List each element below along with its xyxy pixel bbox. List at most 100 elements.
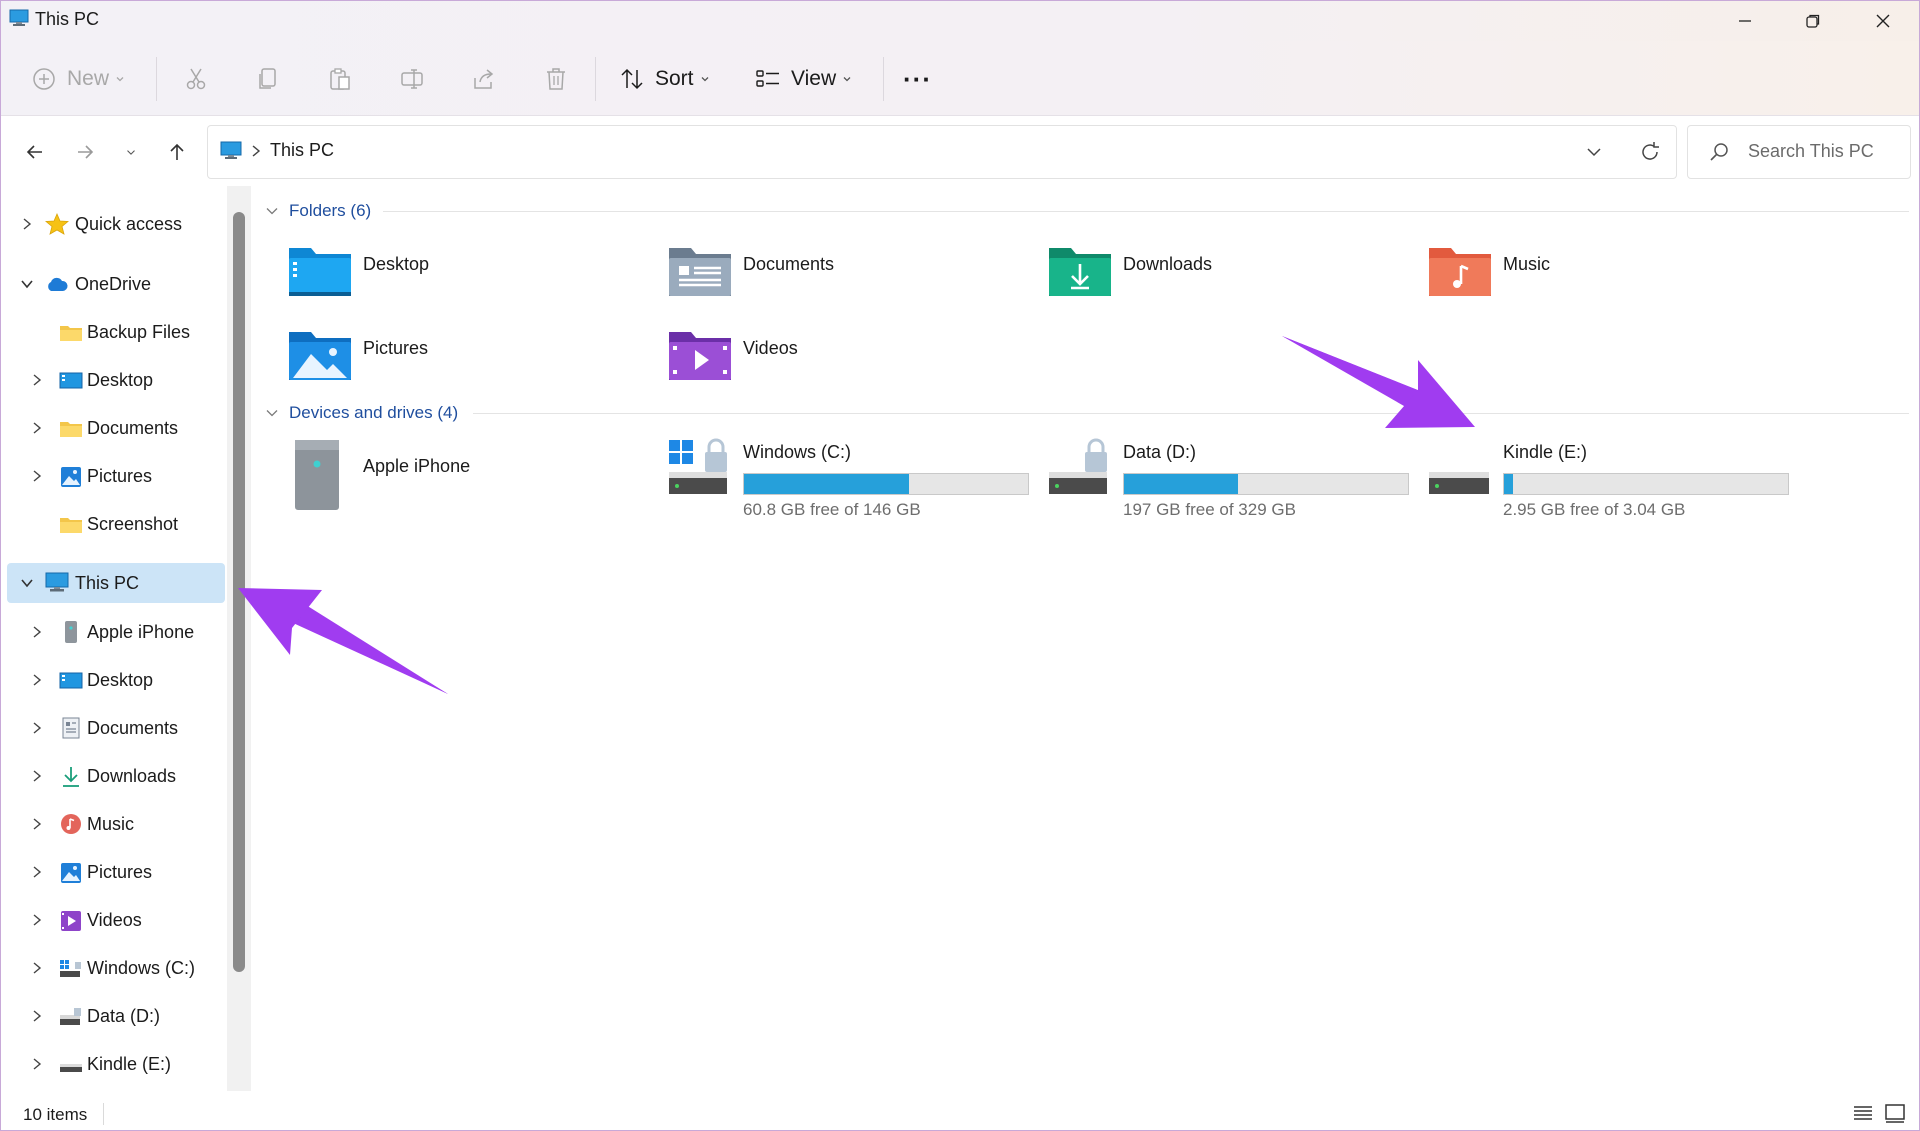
close-button[interactable]	[1849, 1, 1917, 41]
drive-tile-windows-c[interactable]: Windows (C:) 60.8 GB free of 146 GB	[667, 438, 1037, 519]
chevron-right-icon[interactable]	[29, 624, 45, 640]
chevron-down-icon	[843, 77, 851, 82]
sidebar-item-music[interactable]: Music	[7, 804, 225, 844]
device-tile-apple-iphone[interactable]: Apple iPhone	[287, 438, 657, 518]
address-path: This PC	[270, 140, 335, 160]
restore-button[interactable]	[1779, 1, 1847, 41]
chevron-right-icon[interactable]	[29, 768, 45, 784]
folder-tile-documents[interactable]: Documents	[667, 240, 1037, 320]
download-icon	[63, 767, 79, 787]
sidebar-item-documents[interactable]: Documents	[7, 708, 225, 748]
iphone-device-icon	[295, 440, 339, 510]
sidebar-item-videos[interactable]: Videos	[7, 900, 225, 940]
drive-tile-data-d[interactable]: Data (D:) 197 GB free of 329 GB	[1047, 438, 1417, 519]
chevron-right-icon[interactable]	[29, 912, 45, 928]
drive-tile-kindle-e[interactable]: Kindle (E:) 2.95 GB free of 3.04 GB	[1427, 438, 1797, 519]
drive-icon	[60, 1008, 81, 1025]
sidebar-item-this-pc[interactable]: This PC	[7, 563, 225, 603]
sidebar-item-quick-access[interactable]: Quick access	[7, 204, 225, 244]
chevron-down-icon	[116, 77, 124, 82]
chevron-right-icon[interactable]	[29, 672, 45, 688]
chevron-right-icon[interactable]	[29, 1056, 45, 1072]
back-button[interactable]	[17, 134, 53, 170]
sidebar-item-onedrive[interactable]: OneDrive	[7, 264, 225, 304]
new-button[interactable]: New	[31, 59, 125, 99]
chevron-right-icon[interactable]	[29, 372, 45, 388]
cut-button[interactable]	[183, 59, 209, 99]
sidebar-item-onedrive-pictures[interactable]: Pictures	[7, 456, 225, 496]
sidebar-item-onedrive-documents[interactable]: Documents	[7, 408, 225, 448]
folder-tile-downloads[interactable]: Downloads	[1047, 240, 1417, 320]
address-bar[interactable]: This PC	[207, 125, 1677, 179]
up-button[interactable]	[159, 134, 195, 170]
folders-group-header[interactable]: Folders (6)	[265, 199, 371, 223]
drive-usage-bar	[1123, 473, 1409, 495]
drives-group-header[interactable]: Devices and drives (4)	[265, 401, 458, 425]
sidebar-item-label: Videos	[87, 910, 142, 930]
folder-tile-music[interactable]: Music	[1427, 240, 1797, 320]
folder-name: Documents	[743, 254, 835, 274]
chevron-right-icon[interactable]	[29, 816, 45, 832]
group-divider	[473, 413, 1909, 414]
scrollbar-thumb[interactable]	[233, 212, 245, 972]
drives-group-label: Devices and drives (4)	[289, 403, 459, 422]
sidebar-item-downloads[interactable]: Downloads	[7, 756, 225, 796]
sidebar-item-kindle-e[interactable]: Kindle (E:)	[7, 1044, 225, 1084]
refresh-icon[interactable]	[1638, 140, 1662, 164]
sidebar-item-label: Desktop	[87, 370, 154, 390]
folder-name: Downloads	[1123, 254, 1213, 274]
view-button[interactable]: View	[755, 59, 852, 99]
sidebar-item-windows-c[interactable]: Windows (C:)	[7, 948, 225, 988]
folder-icon	[60, 326, 82, 341]
copy-button[interactable]	[255, 59, 281, 99]
sidebar-item-onedrive-desktop[interactable]: Desktop	[7, 360, 225, 400]
sidebar-item-apple-iphone[interactable]: Apple iPhone	[7, 612, 225, 652]
drive-free-space: 2.95 GB free of 3.04 GB	[1503, 500, 1686, 519]
sort-button[interactable]: Sort	[619, 59, 710, 99]
folder-name: Music	[1503, 254, 1551, 274]
minimize-button[interactable]	[1711, 1, 1779, 41]
windows-drive-icon	[669, 438, 727, 494]
folder-tile-pictures[interactable]: Pictures	[287, 324, 657, 404]
chevron-right-icon[interactable]	[29, 960, 45, 976]
sidebar-item-data-d[interactable]: Data (D:)	[7, 996, 225, 1036]
chevron-down-icon[interactable]	[1584, 142, 1604, 162]
rename-icon	[401, 69, 423, 89]
sidebar-item-label: Apple iPhone	[87, 622, 195, 642]
chevron-down-icon[interactable]	[19, 575, 35, 591]
sidebar-item-pictures[interactable]: Pictures	[7, 852, 225, 892]
folder-name: Pictures	[363, 338, 429, 358]
sidebar-scrollbar[interactable]	[227, 186, 251, 1091]
desktop-folder-icon	[289, 248, 351, 296]
kindle-drive-icon	[1429, 472, 1489, 494]
drive-free-space: 197 GB free of 329 GB	[1123, 500, 1296, 519]
chevron-right-icon[interactable]	[29, 468, 45, 484]
explorer-window: This PC New Sort View ··· This PC Search…	[0, 0, 1920, 1131]
drive-usage-bar	[743, 473, 1029, 495]
large-icons-view-icon[interactable]	[1883, 1101, 1907, 1125]
details-view-icon[interactable]	[1851, 1101, 1875, 1125]
pc-icon	[9, 9, 29, 26]
folder-tile-desktop[interactable]: Desktop	[287, 240, 657, 320]
chevron-down-icon[interactable]	[19, 276, 35, 292]
folder-tile-videos[interactable]: Videos	[667, 324, 1037, 404]
chevron-right-icon[interactable]	[29, 720, 45, 736]
forward-button[interactable]	[67, 134, 103, 170]
sidebar-item-desktop[interactable]: Desktop	[7, 660, 225, 700]
chevron-right-icon[interactable]	[29, 864, 45, 880]
chevron-right-icon[interactable]	[29, 1008, 45, 1024]
recent-locations-button[interactable]	[113, 134, 149, 170]
toolbar-divider	[883, 57, 884, 101]
sidebar-item-backup-files[interactable]: Backup Files	[7, 312, 225, 352]
chevron-right-icon[interactable]	[19, 216, 35, 232]
search-input[interactable]: Search This PC	[1687, 125, 1911, 179]
delete-button[interactable]	[543, 59, 569, 99]
chevron-right-icon[interactable]	[29, 420, 45, 436]
share-button[interactable]	[471, 59, 497, 99]
sidebar-item-screenshot[interactable]: Screenshot	[7, 504, 225, 544]
chevron-down-icon	[266, 208, 278, 215]
paste-button[interactable]	[327, 59, 353, 99]
more-options-button[interactable]: ···	[903, 59, 932, 99]
sidebar-item-label: Music	[87, 814, 135, 834]
rename-button[interactable]	[399, 59, 425, 99]
